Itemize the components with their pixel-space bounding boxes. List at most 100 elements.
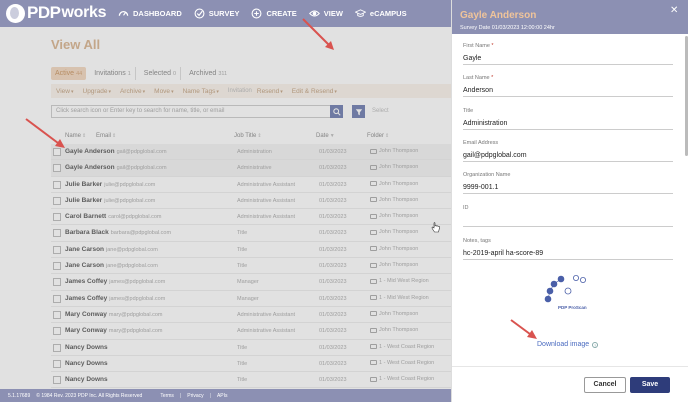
field-input[interactable]: hc-2019-april ha-score-89 [463, 250, 673, 260]
table-row[interactable]: Mary Conway mary@pdpglobal.com Administrat… [51, 323, 451, 340]
field-input[interactable]: Anderson [463, 87, 673, 97]
help-icon[interactable]: ? [592, 341, 599, 348]
header-email[interactable]: Email⇕ [96, 133, 116, 139]
action-archive[interactable]: Archive▾ [120, 88, 145, 95]
nav-survey[interactable]: SURVEY [194, 8, 239, 19]
action-label: Upgrade [82, 87, 108, 95]
action-invitation[interactable]: Invitation [228, 88, 252, 94]
action-name-tags[interactable]: Name Tags▾ [183, 88, 219, 95]
row-checkbox[interactable] [53, 164, 61, 173]
row-name[interactable]: Jane Carson jane@pdpglobal.com [65, 246, 158, 253]
field-input[interactable]: 9999-001.1 [463, 184, 673, 194]
table-row[interactable]: Julie Barker julie@pdpglobal.com Administr… [51, 177, 451, 193]
field-input[interactable]: gail@pdpglobal.com [463, 152, 673, 162]
row-name[interactable]: James Coffey james@pdpglobal.com [65, 295, 165, 302]
row-name[interactable]: Nancy Downs [65, 344, 110, 351]
table-row[interactable]: James Coffey james@pdpglobal.com Manager 01… [51, 291, 451, 307]
row-checkbox[interactable] [53, 213, 61, 222]
row-name[interactable]: Mary Conway mary@pdpglobal.com [65, 311, 163, 318]
row-checkbox[interactable] [53, 245, 61, 254]
footer-separator: | [179, 392, 182, 399]
header-job-title-label: Job Title [234, 133, 257, 139]
field-input[interactable]: Gayle [463, 55, 673, 65]
row-date: 01/03/2023 [319, 295, 347, 302]
tab-archived[interactable]: Archived 311 [185, 67, 231, 80]
table-row[interactable]: Mary Conway mary@pdpglobal.com Administrat… [51, 307, 451, 324]
pdpworks-logo[interactable]: PDP works [6, 3, 107, 23]
row-checkbox[interactable] [53, 196, 61, 205]
row-name[interactable]: Mary Conway mary@pdpglobal.com [65, 327, 163, 334]
row-checkbox[interactable] [53, 180, 61, 189]
table-row[interactable]: Barbara Black barbara@pdpglobal.com Title 0… [51, 225, 451, 242]
tab-invitations[interactable]: Invitations 1 [90, 67, 136, 80]
gauge-icon [118, 11, 129, 16]
table-row[interactable]: Nancy Downs Title 01/03/2023 1 - West Coast… [51, 340, 451, 356]
close-icon[interactable]: ✕ [670, 5, 678, 16]
table-row[interactable]: Nancy Downs Title 01/03/2023 1 - West Coast… [51, 356, 451, 373]
row-checkbox[interactable] [53, 376, 61, 385]
row-name[interactable]: Carol Barnett carol@pdpglobal.com [65, 213, 161, 220]
header-job-title[interactable]: Job Title⇕ [234, 133, 262, 139]
nav-ecampus[interactable]: eCAMPUS [354, 8, 407, 19]
download-image-link[interactable]: Download image ? [537, 341, 599, 348]
field-title: Title Administration [463, 108, 673, 130]
nav-view[interactable]: VIEW [308, 8, 343, 19]
row-checkbox[interactable] [53, 294, 61, 303]
results-table: Gayle Anderson gail@pdpglobal.com Administ… [51, 144, 451, 389]
row-checkbox[interactable] [53, 359, 61, 368]
footer-link-terms[interactable]: Terms [160, 393, 174, 399]
tab-selected[interactable]: Selected 0 [140, 67, 182, 80]
row-email: gail@pdpglobal.com [116, 165, 167, 172]
nav-create[interactable]: CREATE [251, 8, 297, 19]
field-input[interactable] [463, 217, 673, 227]
row-name-text: Mary Conway [65, 310, 107, 318]
row-name[interactable]: Gayle Anderson gail@pdpglobal.com [65, 164, 167, 171]
table-row[interactable]: Gayle Anderson gail@pdpglobal.com Administ… [51, 160, 451, 177]
header-date[interactable]: Date▼ [316, 133, 335, 139]
save-button[interactable]: Save [630, 377, 670, 393]
funnel-icon [355, 108, 362, 115]
field-input[interactable]: Administration [463, 120, 673, 130]
row-checkbox[interactable] [53, 229, 61, 238]
row-name[interactable]: Barbara Black barbara@pdpglobal.com [65, 229, 171, 236]
filter-button[interactable] [352, 105, 365, 118]
row-name[interactable]: Julie Barker julie@pdpglobal.com [65, 197, 155, 204]
row-checkbox[interactable] [53, 278, 61, 287]
table-row[interactable]: Jane Carson jane@pdpglobal.com Title 01/03/… [51, 242, 451, 259]
row-name[interactable]: James Coffey james@pdpglobal.com [65, 278, 165, 285]
footer-link-apis[interactable]: APIs [217, 393, 228, 399]
table-row[interactable]: Jane Carson jane@pdpglobal.com Title 01/03/… [51, 258, 451, 275]
row-name[interactable]: Nancy Downs [65, 376, 110, 383]
row-name[interactable]: Gayle Anderson gail@pdpglobal.com [65, 148, 167, 155]
pdp-profile-chart: PDP ProScan [544, 275, 587, 310]
action-move[interactable]: Move▾ [154, 88, 173, 95]
table-row[interactable]: James Coffey james@pdpglobal.com Manager 01… [51, 274, 451, 291]
footer-link-privacy[interactable]: Privacy [187, 393, 203, 399]
row-name[interactable]: Jane Carson jane@pdpglobal.com [65, 262, 158, 269]
row-checkbox[interactable] [53, 310, 61, 319]
action-label: Edit & Resend [291, 87, 334, 95]
row-checkbox[interactable] [53, 262, 61, 271]
row-checkbox[interactable] [53, 343, 61, 352]
row-checkbox[interactable] [53, 327, 61, 336]
table-row[interactable]: Nancy Downs Title 01/03/2023 1 - West Coast… [51, 372, 451, 389]
search-input[interactable]: Click search icon or Enter key to search… [51, 105, 332, 118]
header-name[interactable]: Name⇕ [65, 133, 86, 139]
tab-active[interactable]: Active 44 [51, 67, 87, 80]
search-button[interactable] [330, 105, 343, 118]
nav-dashboard[interactable]: DASHBOARD [118, 8, 182, 19]
table-row[interactable]: Carol Barnett carol@pdpglobal.com Administ… [51, 209, 451, 226]
row-checkbox[interactable] [53, 148, 61, 156]
action-view[interactable]: View▾ [56, 88, 74, 95]
action-resend[interactable]: Resend▾ [257, 88, 283, 95]
field-label: Notes, tags [463, 238, 673, 244]
action-upgrade[interactable]: Upgrade▾ [83, 88, 111, 95]
table-row[interactable]: Julie Barker julie@pdpglobal.com Administr… [51, 193, 451, 210]
table-row[interactable]: Gayle Anderson gail@pdpglobal.com Administ… [51, 144, 451, 161]
cancel-button[interactable]: Cancel [584, 377, 626, 393]
folder-select[interactable]: Select [370, 105, 451, 118]
action-edit-resend[interactable]: Edit & Resend▾ [292, 88, 337, 95]
row-name[interactable]: Julie Barker julie@pdpglobal.com [65, 181, 155, 188]
header-folder[interactable]: Folder⇕ [367, 133, 389, 139]
row-name[interactable]: Nancy Downs [65, 360, 110, 367]
